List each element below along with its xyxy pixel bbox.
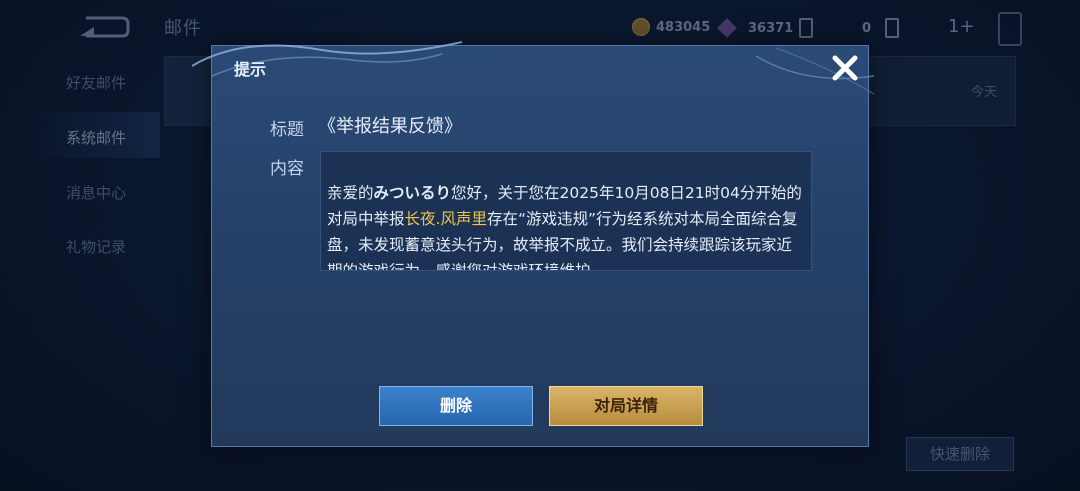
content-text: 亲爱的みついるり您好，关于您在2025年10月08日21时04分开始的对局中举报… [327, 180, 807, 270]
player-name: みついるり [373, 184, 452, 202]
dialog-title: 提示 [234, 60, 267, 79]
delete-button[interactable]: 删除 [379, 386, 533, 426]
reported-player-name: 长夜.风声里 [404, 210, 487, 228]
match-details-button[interactable]: 对局详情 [549, 386, 703, 426]
title-swirl-decoration [191, 41, 463, 77]
content-label: 内容 [270, 159, 304, 179]
subject-value: 《举报结果反馈》 [318, 116, 462, 137]
mail-dialog: 提示 标题 《举报结果反馈》 内容 亲爱的みついるり您好，关于您在2025年10… [191, 41, 875, 447]
content-greeting: 亲爱的 [327, 184, 374, 202]
subject-label: 标题 [270, 120, 304, 140]
content-scroll-area[interactable]: 亲爱的みついるり您好，关于您在2025年10月08日21时04分开始的对局中举报… [320, 151, 812, 271]
close-icon[interactable] [828, 51, 862, 85]
